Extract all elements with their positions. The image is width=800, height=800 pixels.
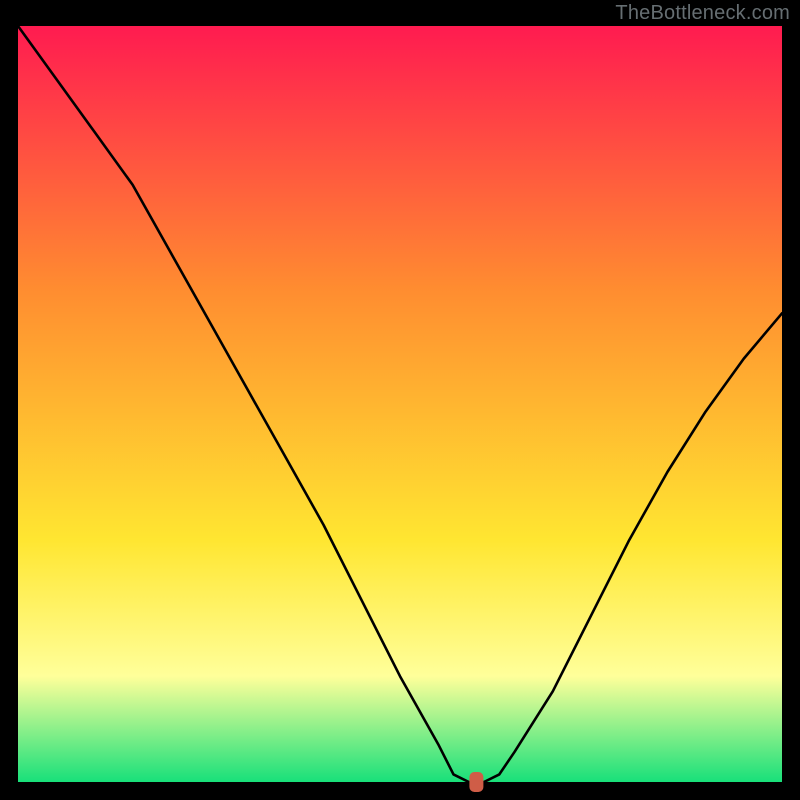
- chart-canvas: [0, 0, 800, 800]
- watermark-label: TheBottleneck.com: [615, 2, 790, 25]
- plot-area: [18, 26, 782, 782]
- bottleneck-chart: TheBottleneck.com: [0, 0, 800, 800]
- current-config-marker: [469, 772, 483, 792]
